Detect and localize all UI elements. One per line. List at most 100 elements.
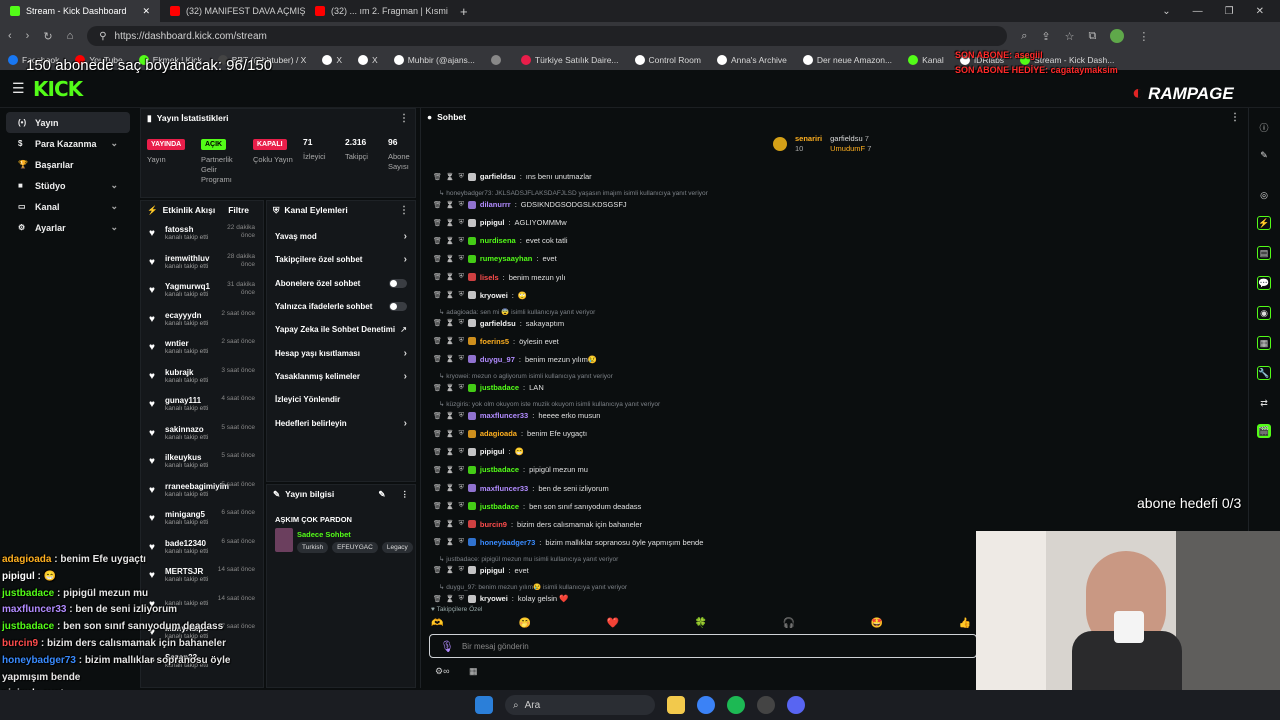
clapper-icon[interactable]: 🎬: [1257, 424, 1271, 438]
trash-icon[interactable]: 🗑: [433, 201, 442, 209]
chat-username[interactable]: rumeysaayhan: [480, 254, 533, 263]
shield-icon[interactable]: ⛨: [459, 355, 464, 363]
channel-action-item[interactable]: Yasaklanmış kelimeler ›: [267, 365, 415, 388]
top-chatter-name[interactable]: senariri: [795, 134, 822, 144]
bookmark-item[interactable]: X: [358, 55, 378, 65]
chat-username[interactable]: pipigul: [480, 218, 505, 227]
taskbar-search[interactable]: ⌕ Ara: [505, 695, 655, 715]
sidebar-item[interactable]: ⚙ Ayarlar ⌄: [6, 217, 130, 238]
bolt-icon[interactable]: ⚡: [1257, 216, 1271, 230]
bookmark-item[interactable]: Der neue Amazon...: [802, 55, 892, 65]
emote-icon[interactable]: ❤️: [607, 618, 619, 629]
shield-icon[interactable]: ⛨: [459, 237, 464, 245]
top-chatter-name[interactable]: UmudumF: [830, 144, 865, 153]
chat-username[interactable]: garfieldsu: [480, 319, 516, 328]
shield-icon[interactable]: ⛨: [459, 502, 464, 510]
hamburger-menu-icon[interactable]: ☰: [12, 80, 25, 97]
clock-icon[interactable]: ⏳: [446, 430, 455, 438]
trash-icon[interactable]: 🗑: [433, 173, 442, 181]
chat-settings-icon[interactable]: ⚙∞: [435, 666, 449, 677]
shield-icon[interactable]: ⛨: [459, 466, 464, 474]
trash-icon[interactable]: 🗑: [433, 237, 442, 245]
trash-icon[interactable]: 🗑: [433, 448, 442, 456]
emote-icon[interactable]: 🫶: [431, 618, 443, 629]
address-bar[interactable]: ⚲ https://dashboard.kick.com/stream: [87, 26, 1008, 46]
obs-icon[interactable]: [757, 696, 775, 714]
bookmark-item[interactable]: X: [322, 55, 342, 65]
chat-username[interactable]: burcin9: [480, 520, 507, 529]
sidebar-item[interactable]: 🏆 Başarılar: [6, 154, 130, 175]
clock-icon[interactable]: ⏳: [446, 273, 455, 281]
shield-icon[interactable]: ⛨: [459, 384, 464, 392]
trash-icon[interactable]: 🗑: [433, 430, 442, 438]
shield-icon[interactable]: ⛨: [459, 520, 464, 528]
profile-avatar[interactable]: [1110, 29, 1125, 43]
trash-icon[interactable]: 🗑: [433, 520, 442, 528]
chat-input[interactable]: 🎙 Bir mesaj gönderin: [429, 634, 977, 658]
bookmark-star-icon[interactable]: ☆: [1065, 30, 1075, 43]
shield-icon[interactable]: ⛨: [459, 201, 464, 209]
clock-icon[interactable]: ⏳: [446, 291, 455, 299]
target-icon[interactable]: ◎: [1257, 188, 1271, 202]
clock-icon[interactable]: ⏳: [446, 412, 455, 420]
sidebar-item[interactable]: ▭ Kanal ⌄: [6, 196, 130, 217]
chat-username[interactable]: pipigul: [480, 447, 505, 456]
trash-icon[interactable]: 🗑: [433, 566, 442, 574]
share-icon[interactable]: ⇪: [1041, 30, 1050, 43]
bookmark-item[interactable]: Muhbir (@ajans...: [393, 55, 475, 65]
reload-icon[interactable]: ↻: [43, 30, 52, 43]
clock-icon[interactable]: ⏳: [446, 566, 455, 574]
trash-icon[interactable]: 🗑: [433, 273, 442, 281]
minimize-icon[interactable]: —: [1193, 6, 1203, 17]
trash-icon[interactable]: 🗑: [433, 337, 442, 345]
shield-icon[interactable]: ⛨: [459, 595, 464, 603]
bookmark-item[interactable]: Türkiye Satılık Daire...: [520, 55, 619, 65]
shield-icon[interactable]: ⛨: [459, 273, 464, 281]
shield-icon[interactable]: ⛨: [459, 173, 464, 181]
filter-button[interactable]: Filtre: [228, 205, 249, 215]
chat-username[interactable]: justbadace: [480, 383, 519, 392]
clock-icon[interactable]: ⏳: [446, 219, 455, 227]
more-options-icon[interactable]: ⋮: [399, 113, 409, 124]
file-explorer-icon[interactable]: [667, 696, 685, 714]
info-icon[interactable]: ⓘ: [1257, 120, 1271, 134]
edit-icon[interactable]: ✎: [378, 489, 385, 500]
toggle-switch[interactable]: [389, 278, 407, 288]
more-options-icon[interactable]: ⋮: [1230, 112, 1240, 123]
clock-icon[interactable]: ⏳: [446, 237, 455, 245]
menu-icon[interactable]: ⋮: [1138, 30, 1149, 43]
clock-icon[interactable]: ⏳: [446, 384, 455, 392]
clock-icon[interactable]: ⏳: [446, 319, 455, 327]
spotify-icon[interactable]: [727, 696, 745, 714]
clock-icon[interactable]: ⏳: [446, 520, 455, 528]
emote-icon[interactable]: 🤭: [519, 618, 531, 629]
trash-icon[interactable]: 🗑: [433, 484, 442, 492]
emote-icon[interactable]: 🎧: [783, 618, 795, 629]
channel-action-item[interactable]: Hesap yaşı kısıtlaması ›: [267, 341, 415, 364]
chat-username[interactable]: nurdisena: [480, 236, 516, 245]
channel-action-item[interactable]: İzleyici Yönlendir: [267, 388, 415, 411]
tab-kick-dashboard[interactable]: Stream - Kick Dashboard ✕: [0, 0, 160, 22]
shield-icon[interactable]: ⛨: [459, 291, 464, 299]
bookmark-item[interactable]: Anna's Archive: [716, 55, 787, 65]
chat-username[interactable]: maxfluncer33: [480, 484, 528, 493]
channel-action-item[interactable]: Takipçilere özel sohbet ›: [267, 248, 415, 271]
shield-icon[interactable]: ⛨: [459, 448, 464, 456]
share-icon[interactable]: ⇄: [1257, 396, 1271, 410]
mic-icon[interactable]: 🎙: [440, 640, 454, 653]
calendar-icon[interactable]: ▦: [1257, 336, 1271, 350]
trash-icon[interactable]: 🗑: [433, 466, 442, 474]
wrench-icon[interactable]: 🔧: [1257, 366, 1271, 380]
trash-icon[interactable]: 🗑: [433, 355, 442, 363]
chrome-icon[interactable]: [697, 696, 715, 714]
trash-icon[interactable]: 🗑: [433, 291, 442, 299]
emote-picker-icon[interactable]: ▦: [469, 666, 478, 677]
edit-icon[interactable]: ✎: [1257, 148, 1271, 162]
windows-start-icon[interactable]: [475, 696, 493, 714]
maximize-icon[interactable]: ❐: [1225, 6, 1234, 17]
channel-action-item[interactable]: Yapay Zeka ile Sohbet Denetimi ↗: [267, 318, 415, 341]
more-options-icon[interactable]: ⋮: [399, 205, 409, 216]
shield-icon[interactable]: ⛨: [459, 566, 464, 574]
clock-icon[interactable]: ⏳: [446, 502, 455, 510]
sidebar-item[interactable]: (•) Yayın: [6, 112, 130, 133]
